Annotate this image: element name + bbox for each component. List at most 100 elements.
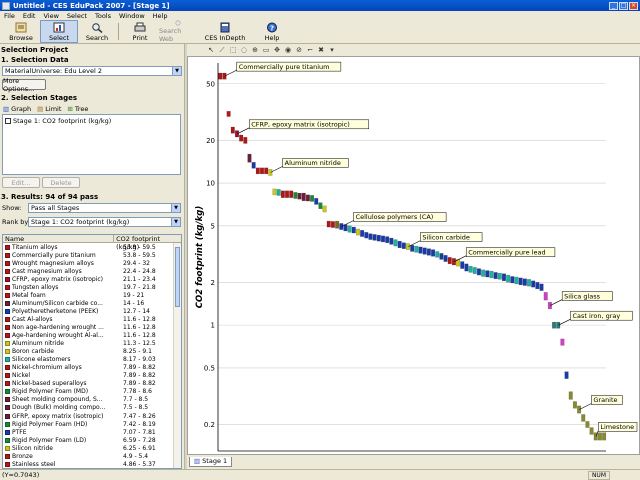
erase-icon[interactable]: ✖	[317, 46, 325, 54]
rank-by-dropdown[interactable]: Stage 1: CO2 footprint (kg/kg) ▼	[28, 217, 181, 227]
menu-file[interactable]: File	[4, 12, 15, 20]
menu-help[interactable]: Help	[153, 12, 168, 20]
pointer-icon[interactable]: ↖	[207, 46, 215, 54]
table-row[interactable]: Commercially pure titanium 53.8 - 59.5	[3, 251, 181, 259]
table-row[interactable]: CFRP, epoxy matrix (isotropic) 21.1 - 23.…	[3, 275, 181, 283]
graph-stage-button[interactable]: ▥ Graph	[3, 105, 31, 113]
material-name: Tungsten alloys	[12, 283, 59, 291]
graph-icon: ▥	[194, 457, 201, 465]
name-column-header[interactable]: Name	[3, 235, 115, 243]
help-button[interactable]: ? Help	[253, 20, 291, 43]
annotation-leader	[270, 166, 283, 173]
material-bar	[460, 261, 465, 269]
co2-footprint-chart[interactable]: 50 20 10 5 2 1 0.5 0.2 CO2 footprint (kg/kg) Comm…	[188, 57, 639, 454]
menu-edit[interactable]: Edit	[23, 12, 36, 20]
zoom-icon[interactable]: ⊕	[251, 46, 259, 54]
tab-stage-1[interactable]: ▥ Stage 1	[189, 456, 233, 467]
results-heading: 3. Results: 94 of 94 pass	[1, 192, 99, 201]
table-row[interactable]: Stainless steel 4.86 - 5.37	[3, 460, 181, 468]
label-icon[interactable]: ▭	[262, 46, 270, 54]
minimize-button[interactable]: _	[609, 1, 618, 10]
limit-stage-button[interactable]: ▤ Limit	[37, 105, 61, 113]
maximize-button[interactable]: □	[619, 1, 628, 10]
print-button[interactable]: Print	[121, 20, 159, 43]
show-icon[interactable]: ◉	[284, 46, 292, 54]
lasso-icon[interactable]: ◌	[240, 46, 248, 54]
material-co2-value: 7.7 - 8.5	[123, 396, 149, 404]
table-row[interactable]: PTFE 7.07 - 7.81	[3, 428, 181, 436]
table-row[interactable]: Rigid Polymer Foam (HD) 7.42 - 8.19	[3, 420, 181, 428]
tree-stage-button[interactable]: ⊞ Tree	[67, 105, 88, 113]
axis-icon[interactable]: ⌐	[306, 46, 314, 54]
menu-select[interactable]: Select	[67, 12, 87, 20]
menu-view[interactable]: View	[43, 12, 58, 20]
table-row[interactable]: Cast Al-alloys 11.6 - 12.8	[3, 315, 181, 323]
ces-indepth-button[interactable]: CES InDepth	[197, 20, 253, 43]
table-row[interactable]: Rigid Polymer Foam (LD) 6.59 - 7.28	[3, 436, 181, 444]
edit-stage-button[interactable]: Edit...	[2, 177, 40, 188]
material-bar	[285, 190, 290, 198]
material-bar	[585, 421, 590, 428]
table-row[interactable]: Polyetheretherketone (PEEK) 12.7 - 14	[3, 307, 181, 315]
table-row[interactable]: Rigid Polymer Foam (MD) 7.78 - 8.6	[3, 388, 181, 396]
table-row[interactable]: Wrought magnesium alloys 29.4 - 32	[3, 259, 181, 267]
title-bar: Untitled - CES EduPack 2007 - [Stage 1] …	[0, 0, 640, 11]
table-row[interactable]: Silicon nitride 6.25 - 6.91	[3, 444, 181, 452]
co2-column-header[interactable]: CO2 footprint (kg/kg)	[114, 235, 181, 251]
table-row[interactable]: Silicone elastomers 8.17 - 9.03	[3, 356, 181, 364]
table-row[interactable]: Nickel-based superalloys 7.89 - 8.82	[3, 380, 181, 388]
material-bar	[389, 237, 394, 245]
table-row[interactable]: Nickel 7.89 - 8.82	[3, 372, 181, 380]
material-co2-value: 29.4 - 32	[123, 259, 150, 267]
more-options-button[interactable]: More Options...	[2, 77, 46, 93]
material-bar	[552, 321, 557, 329]
menu-window[interactable]: Window	[119, 12, 145, 20]
search-button[interactable]: Search	[78, 20, 116, 43]
material-name: Sheet molding compound, S...	[12, 396, 103, 404]
material-co2-value: 4.9 - 5.4	[123, 452, 149, 460]
pan-icon[interactable]: ✥	[273, 46, 281, 54]
material-co2-value: 7.07 - 7.81	[123, 428, 156, 436]
stage-item[interactable]: Stage 1: CO2 footprint (kg/kg)	[5, 117, 178, 125]
material-bar	[547, 301, 552, 310]
table-row[interactable]: Metal foam 19 - 21	[3, 291, 181, 299]
material-bar	[577, 405, 582, 414]
browse-button[interactable]: Browse	[2, 20, 40, 43]
stage-checkbox[interactable]	[5, 118, 11, 124]
database-dropdown[interactable]: MaterialUniverse: Edu Level 2 ▼	[2, 66, 182, 76]
table-row[interactable]: Nickel-chromium alloys 7.89 - 8.82	[3, 364, 181, 372]
table-row[interactable]: Non age-hardening wrought ... 11.6 - 12.8	[3, 323, 181, 331]
table-row[interactable]: Boron carbide 8.25 - 9.1	[3, 348, 181, 356]
table-row[interactable]: Titanium alloys 53.8 - 59.5	[3, 243, 181, 251]
table-row[interactable]: Bronze 4.9 - 5.4	[3, 452, 181, 460]
close-button[interactable]: ×	[629, 1, 638, 10]
table-scrollbar[interactable]	[173, 243, 181, 468]
table-row[interactable]: Sheet molding compound, S... 7.7 - 8.5	[3, 396, 181, 404]
line-tool-icon[interactable]: ⟋	[218, 46, 226, 54]
material-bar	[310, 195, 315, 202]
menu-tools[interactable]: Tools	[95, 12, 111, 20]
material-co2-value: 7.42 - 8.19	[123, 420, 156, 428]
material-name: Aluminum/Silicon carbide co...	[12, 299, 103, 307]
box-select-icon[interactable]: ⬚	[229, 46, 237, 54]
table-row[interactable]: Tungsten alloys 19.7 - 21.8	[3, 283, 181, 291]
settings-icon[interactable]: ▾	[328, 46, 336, 54]
table-row[interactable]: Age-hardening wrought Al-al... 11.6 - 12.…	[3, 332, 181, 340]
annotation-label: Cellulose polymers (CA)	[356, 213, 434, 221]
show-dropdown[interactable]: Pass all Stages ▼	[28, 203, 181, 213]
table-row[interactable]: Aluminum/Silicon carbide co... 14 - 16	[3, 299, 181, 307]
material-co2-value: 4.86 - 5.37	[123, 460, 156, 468]
material-bar	[301, 192, 306, 202]
annotation-label: Limestone	[600, 423, 634, 431]
table-row[interactable]: Dough (Bulk) molding compo... 7.5 - 8.5	[3, 404, 181, 412]
material-bar	[597, 432, 602, 441]
select-button[interactable]: Select	[40, 20, 78, 43]
table-row[interactable]: GFRP, epoxy matrix (isotropic) 7.47 - 8.2…	[3, 412, 181, 420]
table-row[interactable]: Aluminum nitride 11.3 - 12.5	[3, 340, 181, 348]
delete-stage-button[interactable]: Delete	[42, 177, 80, 188]
hide-icon[interactable]: ⊘	[295, 46, 303, 54]
search-icon	[92, 22, 103, 33]
search-web-button[interactable]: Search Web	[159, 20, 197, 43]
table-row[interactable]: Cast magnesium alloys 22.4 - 24.8	[3, 267, 181, 275]
scrollbar-thumb[interactable]	[175, 247, 180, 307]
